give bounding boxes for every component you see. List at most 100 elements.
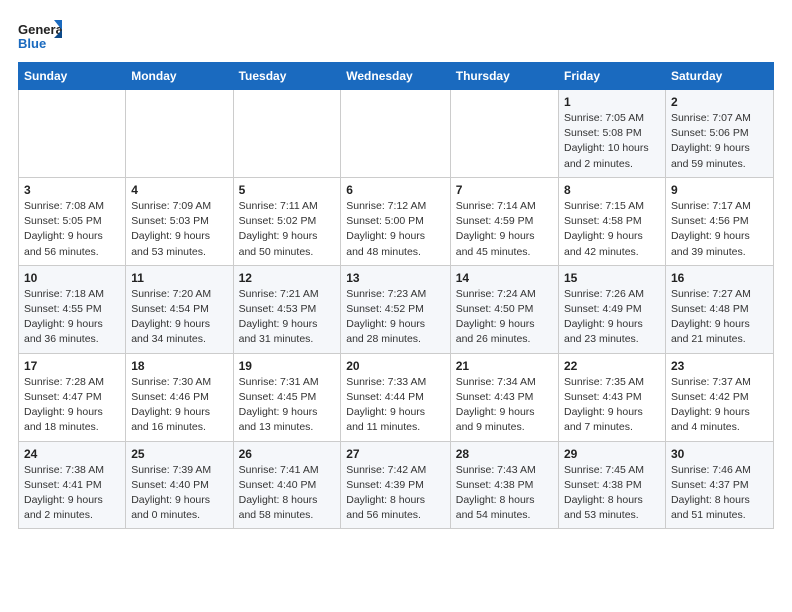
day-number: 14	[456, 271, 553, 285]
day-number: 18	[131, 359, 227, 373]
day-info: Sunrise: 7:41 AM Sunset: 4:40 PM Dayligh…	[239, 463, 336, 524]
day-number: 3	[24, 183, 120, 197]
day-cell: 1Sunrise: 7:05 AM Sunset: 5:08 PM Daylig…	[558, 90, 665, 178]
day-info: Sunrise: 7:07 AM Sunset: 5:06 PM Dayligh…	[671, 111, 768, 172]
day-cell: 12 Sunrise: 7:21 AM Sunset: 4:53 PM Dayli…	[233, 265, 341, 353]
day-info: Sunrise: 7:21 AM Sunset: 4:53 PM Dayligh…	[239, 287, 336, 348]
day-cell: 10 Sunrise: 7:18 AM Sunset: 4:55 PM Dayli…	[19, 265, 126, 353]
header: General Blue	[18, 18, 774, 54]
day-number: 10	[24, 271, 120, 285]
day-cell: 22 Sunrise: 7:35 AM Sunset: 4:43 PM Dayli…	[558, 353, 665, 441]
day-info: Sunrise: 7:43 AM Sunset: 4:38 PM Dayligh…	[456, 463, 553, 524]
day-number: 25	[131, 447, 227, 461]
day-info: Sunrise: 7:17 AM Sunset: 4:56 PM Dayligh…	[671, 199, 768, 260]
day-info: Sunrise: 7:26 AM Sunset: 4:49 PM Dayligh…	[564, 287, 660, 348]
day-info: Sunrise: 7:14 AM Sunset: 4:59 PM Dayligh…	[456, 199, 553, 260]
day-number: 27	[346, 447, 444, 461]
day-info: Sunrise: 7:18 AM Sunset: 4:55 PM Dayligh…	[24, 287, 120, 348]
day-number: 22	[564, 359, 660, 373]
day-number: 23	[671, 359, 768, 373]
logo: General Blue	[18, 18, 62, 54]
day-info: Sunrise: 7:11 AM Sunset: 5:02 PM Dayligh…	[239, 199, 336, 260]
day-number: 26	[239, 447, 336, 461]
day-number: 20	[346, 359, 444, 373]
day-info: Sunrise: 7:05 AM Sunset: 5:08 PM Dayligh…	[564, 111, 660, 172]
day-info: Sunrise: 7:34 AM Sunset: 4:43 PM Dayligh…	[456, 375, 553, 436]
day-cell	[233, 90, 341, 178]
day-cell: 24 Sunrise: 7:38 AM Sunset: 4:41 PM Dayli…	[19, 441, 126, 529]
day-info: Sunrise: 7:12 AM Sunset: 5:00 PM Dayligh…	[346, 199, 444, 260]
week-row-2: 10 Sunrise: 7:18 AM Sunset: 4:55 PM Dayli…	[19, 265, 774, 353]
day-number: 30	[671, 447, 768, 461]
weekday-header-wednesday: Wednesday	[341, 63, 450, 90]
day-cell: 14 Sunrise: 7:24 AM Sunset: 4:50 PM Dayli…	[450, 265, 558, 353]
day-cell: 2 Sunrise: 7:07 AM Sunset: 5:06 PM Daylig…	[665, 90, 773, 178]
day-cell: 21 Sunrise: 7:34 AM Sunset: 4:43 PM Dayli…	[450, 353, 558, 441]
day-info: Sunrise: 7:15 AM Sunset: 4:58 PM Dayligh…	[564, 199, 660, 260]
day-cell: 6 Sunrise: 7:12 AM Sunset: 5:00 PM Daylig…	[341, 177, 450, 265]
day-cell: 28 Sunrise: 7:43 AM Sunset: 4:38 PM Dayli…	[450, 441, 558, 529]
day-cell	[126, 90, 233, 178]
day-number: 13	[346, 271, 444, 285]
day-info: Sunrise: 7:42 AM Sunset: 4:39 PM Dayligh…	[346, 463, 444, 524]
day-cell: 29 Sunrise: 7:45 AM Sunset: 4:38 PM Dayli…	[558, 441, 665, 529]
day-number: 12	[239, 271, 336, 285]
calendar-body: 1Sunrise: 7:05 AM Sunset: 5:08 PM Daylig…	[19, 90, 774, 529]
day-cell: 4 Sunrise: 7:09 AM Sunset: 5:03 PM Daylig…	[126, 177, 233, 265]
day-number: 21	[456, 359, 553, 373]
day-cell: 13 Sunrise: 7:23 AM Sunset: 4:52 PM Dayli…	[341, 265, 450, 353]
weekday-header-tuesday: Tuesday	[233, 63, 341, 90]
day-number: 5	[239, 183, 336, 197]
day-cell: 20 Sunrise: 7:33 AM Sunset: 4:44 PM Dayli…	[341, 353, 450, 441]
day-info: Sunrise: 7:20 AM Sunset: 4:54 PM Dayligh…	[131, 287, 227, 348]
day-number: 28	[456, 447, 553, 461]
weekday-header-monday: Monday	[126, 63, 233, 90]
day-info: Sunrise: 7:08 AM Sunset: 5:05 PM Dayligh…	[24, 199, 120, 260]
weekday-header-sunday: Sunday	[19, 63, 126, 90]
day-number: 2	[671, 95, 768, 109]
day-info: Sunrise: 7:33 AM Sunset: 4:44 PM Dayligh…	[346, 375, 444, 436]
day-number: 4	[131, 183, 227, 197]
logo-svg: General Blue	[18, 18, 62, 54]
day-cell	[341, 90, 450, 178]
day-cell: 17 Sunrise: 7:28 AM Sunset: 4:47 PM Dayli…	[19, 353, 126, 441]
day-number: 9	[671, 183, 768, 197]
day-cell: 9 Sunrise: 7:17 AM Sunset: 4:56 PM Daylig…	[665, 177, 773, 265]
day-info: Sunrise: 7:37 AM Sunset: 4:42 PM Dayligh…	[671, 375, 768, 436]
day-cell	[19, 90, 126, 178]
day-number: 16	[671, 271, 768, 285]
week-row-4: 24 Sunrise: 7:38 AM Sunset: 4:41 PM Dayli…	[19, 441, 774, 529]
day-info: Sunrise: 7:23 AM Sunset: 4:52 PM Dayligh…	[346, 287, 444, 348]
day-cell: 3 Sunrise: 7:08 AM Sunset: 5:05 PM Daylig…	[19, 177, 126, 265]
day-number: 29	[564, 447, 660, 461]
day-cell: 26 Sunrise: 7:41 AM Sunset: 4:40 PM Dayli…	[233, 441, 341, 529]
day-number: 24	[24, 447, 120, 461]
weekday-header-saturday: Saturday	[665, 63, 773, 90]
day-info: Sunrise: 7:38 AM Sunset: 4:41 PM Dayligh…	[24, 463, 120, 524]
day-cell: 16 Sunrise: 7:27 AM Sunset: 4:48 PM Dayli…	[665, 265, 773, 353]
weekday-header-friday: Friday	[558, 63, 665, 90]
day-number: 8	[564, 183, 660, 197]
day-info: Sunrise: 7:31 AM Sunset: 4:45 PM Dayligh…	[239, 375, 336, 436]
day-cell: 27 Sunrise: 7:42 AM Sunset: 4:39 PM Dayli…	[341, 441, 450, 529]
day-info: Sunrise: 7:27 AM Sunset: 4:48 PM Dayligh…	[671, 287, 768, 348]
day-number: 6	[346, 183, 444, 197]
day-info: Sunrise: 7:35 AM Sunset: 4:43 PM Dayligh…	[564, 375, 660, 436]
week-row-3: 17 Sunrise: 7:28 AM Sunset: 4:47 PM Dayli…	[19, 353, 774, 441]
calendar-page: General Blue SundayMondayTuesdayWednesda…	[0, 0, 792, 541]
day-number: 19	[239, 359, 336, 373]
day-info: Sunrise: 7:09 AM Sunset: 5:03 PM Dayligh…	[131, 199, 227, 260]
svg-text:Blue: Blue	[18, 36, 46, 51]
week-row-0: 1Sunrise: 7:05 AM Sunset: 5:08 PM Daylig…	[19, 90, 774, 178]
day-info: Sunrise: 7:45 AM Sunset: 4:38 PM Dayligh…	[564, 463, 660, 524]
svg-text:General: General	[18, 22, 62, 37]
day-cell: 19 Sunrise: 7:31 AM Sunset: 4:45 PM Dayli…	[233, 353, 341, 441]
day-number: 17	[24, 359, 120, 373]
day-number: 11	[131, 271, 227, 285]
day-cell: 23 Sunrise: 7:37 AM Sunset: 4:42 PM Dayli…	[665, 353, 773, 441]
day-cell	[450, 90, 558, 178]
weekday-header-thursday: Thursday	[450, 63, 558, 90]
day-cell: 7Sunrise: 7:14 AM Sunset: 4:59 PM Daylig…	[450, 177, 558, 265]
day-info: Sunrise: 7:28 AM Sunset: 4:47 PM Dayligh…	[24, 375, 120, 436]
day-info: Sunrise: 7:24 AM Sunset: 4:50 PM Dayligh…	[456, 287, 553, 348]
